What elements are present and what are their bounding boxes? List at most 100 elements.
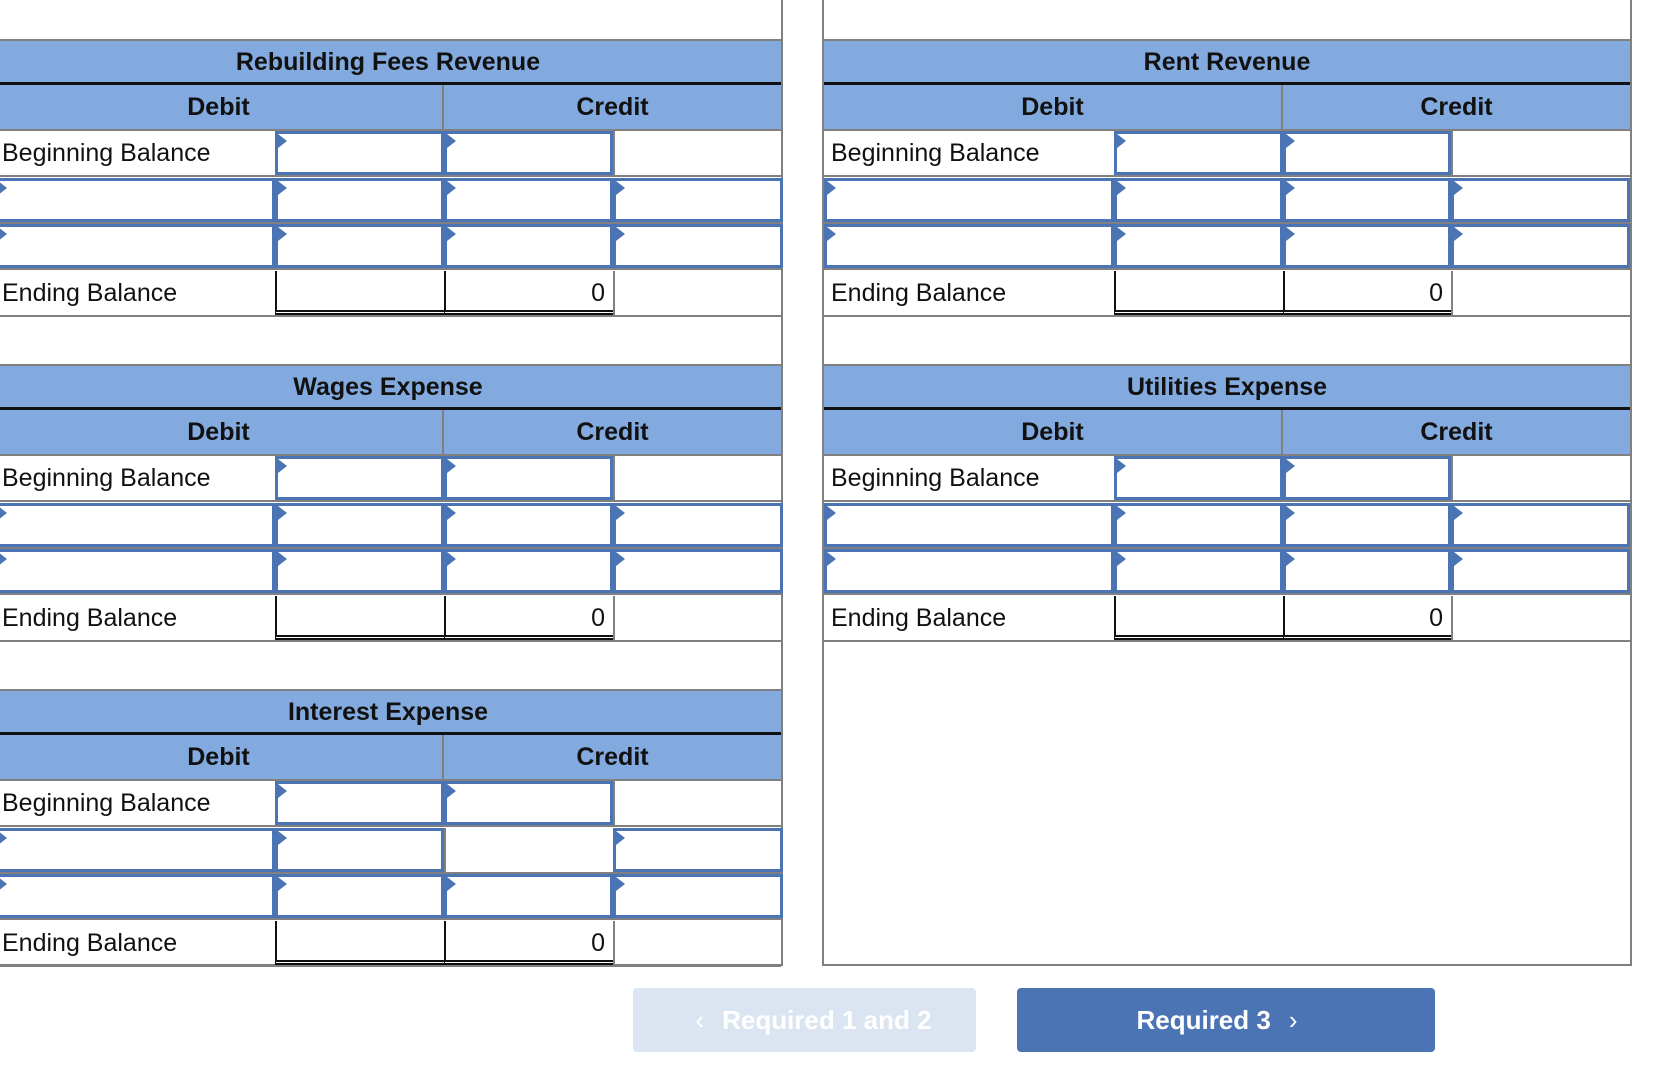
- amount-input[interactable]: [1114, 177, 1283, 222]
- row-label: Beginning Balance: [2, 464, 211, 492]
- credit-header: Credit: [444, 85, 781, 131]
- debit-header: Debit: [0, 85, 444, 131]
- ledger-row: [0, 224, 783, 270]
- amount-input[interactable]: [444, 131, 613, 175]
- amount-input[interactable]: [613, 502, 783, 547]
- empty-cell: [613, 456, 783, 500]
- ledger-row: [0, 549, 783, 595]
- account-name-input[interactable]: [0, 224, 275, 268]
- amount-input[interactable]: [1114, 131, 1283, 175]
- ledger-row: Beginning Balance: [0, 781, 781, 827]
- ledger-row: Beginning Balance: [0, 131, 781, 177]
- credit-total: 0: [444, 595, 613, 640]
- amount-input[interactable]: [275, 502, 444, 547]
- credit-total: 0: [1283, 270, 1451, 315]
- amount-input[interactable]: [444, 502, 613, 547]
- row-label: Ending Balance: [831, 603, 1007, 632]
- amount-input[interactable]: [613, 874, 783, 918]
- amount-input[interactable]: [1451, 549, 1630, 593]
- chevron-left-icon: ‹: [695, 1005, 705, 1035]
- account-name-input[interactable]: [0, 874, 275, 918]
- account-title: Rent Revenue: [824, 39, 1630, 85]
- credit-total: 0: [1283, 595, 1451, 640]
- row-label: Beginning Balance: [2, 139, 211, 167]
- amount-input[interactable]: [275, 177, 444, 222]
- amount-input[interactable]: [613, 549, 783, 593]
- amount-input[interactable]: [444, 177, 613, 222]
- credit-total: 0: [444, 920, 613, 965]
- prev-button-required-1-and-2[interactable]: ‹ Required 1 and 2: [633, 988, 976, 1052]
- account-name-input[interactable]: [0, 177, 275, 222]
- row-label: Beginning Balance: [2, 789, 211, 817]
- credit-total: 0: [444, 270, 613, 315]
- account-name-input[interactable]: [824, 224, 1114, 268]
- row-label: Ending Balance: [831, 278, 1007, 307]
- amount-input[interactable]: [275, 827, 444, 872]
- empty-cell: [444, 827, 613, 872]
- amount-input[interactable]: [1283, 456, 1451, 500]
- t-account-rent-revenue: Rent Revenue Debit Credit Beginning Balance…: [824, 39, 1630, 317]
- amount-input[interactable]: [1451, 502, 1630, 547]
- amount-input[interactable]: [444, 874, 613, 918]
- t-account-utilities-expense: Utilities Expense Debit Credit Beginning Ba…: [824, 364, 1630, 642]
- empty-cell: [613, 781, 783, 825]
- t-account-rebuilding-fees-revenue: Rebuilding Fees Revenue Debit Credit Beginn…: [0, 39, 783, 317]
- ledger-row: Ending Balance 0: [0, 270, 781, 317]
- amount-input[interactable]: [275, 456, 444, 500]
- amount-input[interactable]: [275, 781, 444, 825]
- amount-input[interactable]: [1451, 224, 1630, 268]
- amount-input[interactable]: [1283, 177, 1451, 222]
- account-title: Interest Expense: [0, 689, 781, 735]
- debit-header: Debit: [824, 410, 1283, 456]
- amount-input[interactable]: [1114, 502, 1283, 547]
- account-name-input[interactable]: [0, 827, 275, 872]
- amount-input[interactable]: [1283, 502, 1451, 547]
- ledger-row: Beginning Balance: [824, 456, 1630, 502]
- debit-header: Debit: [0, 735, 444, 781]
- ledger-row: [0, 177, 783, 224]
- debit-total: [1114, 595, 1283, 640]
- account-name-input[interactable]: [824, 502, 1114, 547]
- chevron-right-icon: ›: [1288, 1005, 1298, 1035]
- amount-input[interactable]: [1114, 549, 1283, 593]
- t-account-wages-expense: Wages Expense Debit Credit Beginning Balanc…: [0, 364, 783, 642]
- debit-total: [275, 920, 444, 965]
- amount-input[interactable]: [444, 224, 613, 268]
- amount-input[interactable]: [1114, 224, 1283, 268]
- next-button-required-3[interactable]: Required 3 ›: [1017, 988, 1435, 1052]
- ledger-row: [824, 224, 1630, 270]
- account-title: Utilities Expense: [824, 364, 1630, 410]
- account-name-input[interactable]: [824, 549, 1114, 593]
- empty-cell: [613, 920, 783, 965]
- ledger-row: [824, 549, 1630, 595]
- amount-input[interactable]: [275, 549, 444, 593]
- amount-input[interactable]: [275, 224, 444, 268]
- amount-input[interactable]: [1283, 224, 1451, 268]
- row-label: Ending Balance: [2, 603, 178, 632]
- amount-input[interactable]: [444, 781, 613, 825]
- amount-input[interactable]: [613, 177, 783, 222]
- account-name-input[interactable]: [824, 177, 1114, 222]
- account-title: Wages Expense: [0, 364, 781, 410]
- amount-input[interactable]: [444, 456, 613, 500]
- amount-input[interactable]: [613, 827, 783, 872]
- amount-input[interactable]: [444, 549, 613, 593]
- credit-header: Credit: [1283, 410, 1630, 456]
- amount-input[interactable]: [1283, 131, 1451, 175]
- empty-cell: [1451, 595, 1630, 640]
- ledger-row: [0, 827, 783, 874]
- amount-input[interactable]: [613, 224, 783, 268]
- ledger-row: Ending Balance 0: [824, 595, 1630, 642]
- amount-input[interactable]: [275, 874, 444, 918]
- account-title: Rebuilding Fees Revenue: [0, 39, 781, 85]
- debit-total: [275, 270, 444, 315]
- empty-cell: [613, 131, 783, 175]
- amount-input[interactable]: [1114, 456, 1283, 500]
- account-name-input[interactable]: [0, 549, 275, 593]
- amount-input[interactable]: [275, 131, 444, 175]
- amount-input[interactable]: [1283, 549, 1451, 593]
- next-button-label: Required 3: [1136, 1005, 1271, 1035]
- amount-input[interactable]: [1451, 177, 1630, 222]
- debit-total: [275, 595, 444, 640]
- account-name-input[interactable]: [0, 502, 275, 547]
